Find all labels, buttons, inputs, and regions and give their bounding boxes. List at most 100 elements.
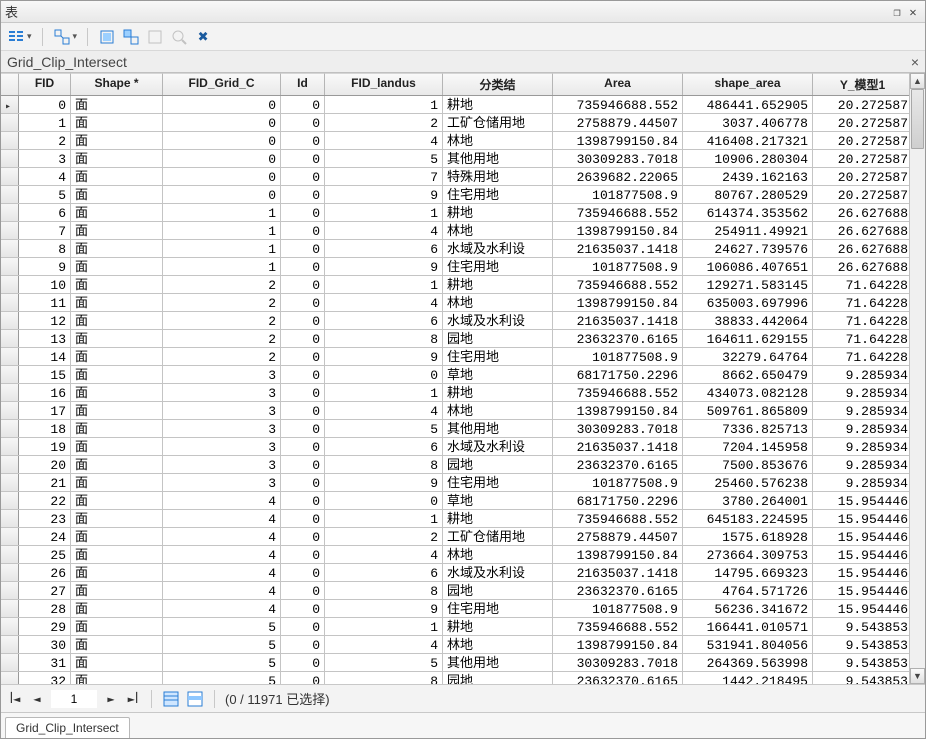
- cell-fid-grid-c[interactable]: 3: [163, 366, 281, 383]
- cell-shape[interactable]: 面: [71, 366, 163, 383]
- vertical-scrollbar[interactable]: ▲ ▼: [909, 73, 925, 684]
- cell-shape-area[interactable]: 614374.353562: [683, 204, 813, 221]
- row-selector[interactable]: [1, 366, 19, 383]
- cell-fid[interactable]: 14: [19, 348, 71, 365]
- cell-area[interactable]: 23632370.6165: [553, 330, 683, 347]
- cell-fid[interactable]: 4: [19, 168, 71, 185]
- related-tables-icon[interactable]: [53, 28, 71, 46]
- next-record-button[interactable]: ►: [103, 692, 119, 706]
- cell-shape[interactable]: 面: [71, 240, 163, 257]
- cell-fid[interactable]: 1: [19, 114, 71, 131]
- cell-fid-grid-c[interactable]: 1: [163, 240, 281, 257]
- cell-fid-landus[interactable]: 1: [325, 204, 443, 221]
- cell-class[interactable]: 水域及水利设: [443, 312, 553, 329]
- cell-id[interactable]: 0: [281, 96, 325, 113]
- cell-fid-landus[interactable]: 7: [325, 168, 443, 185]
- table-row[interactable]: 12面206水域及水利设21635037.141838833.44206471.…: [1, 312, 909, 330]
- row-selector[interactable]: [1, 654, 19, 671]
- cell-shape-area[interactable]: 4764.571726: [683, 582, 813, 599]
- cell-fid-grid-c[interactable]: 4: [163, 546, 281, 563]
- cell-fid[interactable]: 23: [19, 510, 71, 527]
- cell-shape[interactable]: 面: [71, 492, 163, 509]
- cell-area[interactable]: 23632370.6165: [553, 582, 683, 599]
- cell-id[interactable]: 0: [281, 150, 325, 167]
- cell-shape[interactable]: 面: [71, 420, 163, 437]
- cell-y-model[interactable]: 20.272587: [813, 132, 909, 149]
- cell-y-model[interactable]: 9.285934: [813, 438, 909, 455]
- table-row[interactable]: 16面301耕地735946688.552434073.0821289.2859…: [1, 384, 909, 402]
- cell-fid-grid-c[interactable]: 5: [163, 618, 281, 635]
- table-row[interactable]: 19面306水域及水利设21635037.14187204.1459589.28…: [1, 438, 909, 456]
- cell-fid[interactable]: 30: [19, 636, 71, 653]
- cell-fid[interactable]: 0: [19, 96, 71, 113]
- cell-area[interactable]: 101877508.9: [553, 186, 683, 203]
- cell-y-model[interactable]: 71.64228: [813, 348, 909, 365]
- cell-fid-landus[interactable]: 6: [325, 438, 443, 455]
- column-header[interactable]: FID: [19, 73, 71, 95]
- cell-area[interactable]: 21635037.1418: [553, 312, 683, 329]
- cell-fid-grid-c[interactable]: 0: [163, 114, 281, 131]
- cell-fid-grid-c[interactable]: 3: [163, 402, 281, 419]
- cell-fid[interactable]: 16: [19, 384, 71, 401]
- cell-fid-grid-c[interactable]: 5: [163, 672, 281, 684]
- cell-id[interactable]: 0: [281, 672, 325, 684]
- first-record-button[interactable]: ꟾ◄: [7, 692, 23, 706]
- column-header[interactable]: Shape *: [71, 73, 163, 95]
- cell-fid[interactable]: 13: [19, 330, 71, 347]
- cell-y-model[interactable]: 15.954446: [813, 564, 909, 581]
- cell-area[interactable]: 101877508.9: [553, 474, 683, 491]
- cell-fid-grid-c[interactable]: 2: [163, 330, 281, 347]
- cell-class[interactable]: 林地: [443, 546, 553, 563]
- cell-fid-landus[interactable]: 5: [325, 150, 443, 167]
- cell-y-model[interactable]: 15.954446: [813, 492, 909, 509]
- clear-selection-icon[interactable]: [146, 28, 164, 46]
- cell-shape-area[interactable]: 416408.217321: [683, 132, 813, 149]
- cell-shape-area[interactable]: 24627.739576: [683, 240, 813, 257]
- row-selector[interactable]: [1, 222, 19, 239]
- cell-y-model[interactable]: 26.627688: [813, 204, 909, 221]
- cell-shape[interactable]: 面: [71, 600, 163, 617]
- cell-fid[interactable]: 15: [19, 366, 71, 383]
- table-row[interactable]: 5面009住宅用地101877508.980767.28052920.27258…: [1, 186, 909, 204]
- cell-shape[interactable]: 面: [71, 294, 163, 311]
- select-by-attributes-icon[interactable]: [98, 28, 116, 46]
- cell-shape-area[interactable]: 14795.669323: [683, 564, 813, 581]
- cell-area[interactable]: 1398799150.84: [553, 222, 683, 239]
- cell-class[interactable]: 耕地: [443, 618, 553, 635]
- cell-y-model[interactable]: 71.64228: [813, 294, 909, 311]
- cell-y-model[interactable]: 9.285934: [813, 366, 909, 383]
- cell-y-model[interactable]: 15.954446: [813, 510, 909, 527]
- column-header[interactable]: Area: [553, 73, 683, 95]
- restore-button[interactable]: ❐: [889, 5, 905, 19]
- cell-y-model[interactable]: 15.954446: [813, 582, 909, 599]
- last-record-button[interactable]: ►ꟾ: [125, 692, 141, 706]
- cell-y-model[interactable]: 71.64228: [813, 330, 909, 347]
- cell-fid-landus[interactable]: 5: [325, 654, 443, 671]
- cell-shape-area[interactable]: 38833.442064: [683, 312, 813, 329]
- show-selected-records-icon[interactable]: [186, 690, 204, 708]
- cell-class[interactable]: 水域及水利设: [443, 240, 553, 257]
- cell-area[interactable]: 23632370.6165: [553, 672, 683, 684]
- cell-id[interactable]: 0: [281, 204, 325, 221]
- cell-shape[interactable]: 面: [71, 132, 163, 149]
- cell-y-model[interactable]: 9.543853: [813, 672, 909, 684]
- cell-id[interactable]: 0: [281, 168, 325, 185]
- cell-shape-area[interactable]: 25460.576238: [683, 474, 813, 491]
- cell-fid[interactable]: 19: [19, 438, 71, 455]
- row-selector[interactable]: [1, 204, 19, 221]
- cell-area[interactable]: 2639682.22065: [553, 168, 683, 185]
- cell-shape-area[interactable]: 1575.618928: [683, 528, 813, 545]
- table-row[interactable]: 0面001耕地735946688.552486441.65290520.2725…: [1, 96, 909, 114]
- cell-shape-area[interactable]: 3037.406778: [683, 114, 813, 131]
- cell-area[interactable]: 30309283.7018: [553, 420, 683, 437]
- cell-id[interactable]: 0: [281, 636, 325, 653]
- cell-area[interactable]: 735946688.552: [553, 204, 683, 221]
- table-row[interactable]: 21面309住宅用地101877508.925460.5762389.28593…: [1, 474, 909, 492]
- cell-area[interactable]: 21635037.1418: [553, 240, 683, 257]
- cell-shape[interactable]: 面: [71, 510, 163, 527]
- cell-area[interactable]: 21635037.1418: [553, 564, 683, 581]
- cell-fid-landus[interactable]: 6: [325, 564, 443, 581]
- cell-y-model[interactable]: 9.285934: [813, 402, 909, 419]
- cell-area[interactable]: 101877508.9: [553, 600, 683, 617]
- table-row[interactable]: 15面300草地68171750.22968662.6504799.285934: [1, 366, 909, 384]
